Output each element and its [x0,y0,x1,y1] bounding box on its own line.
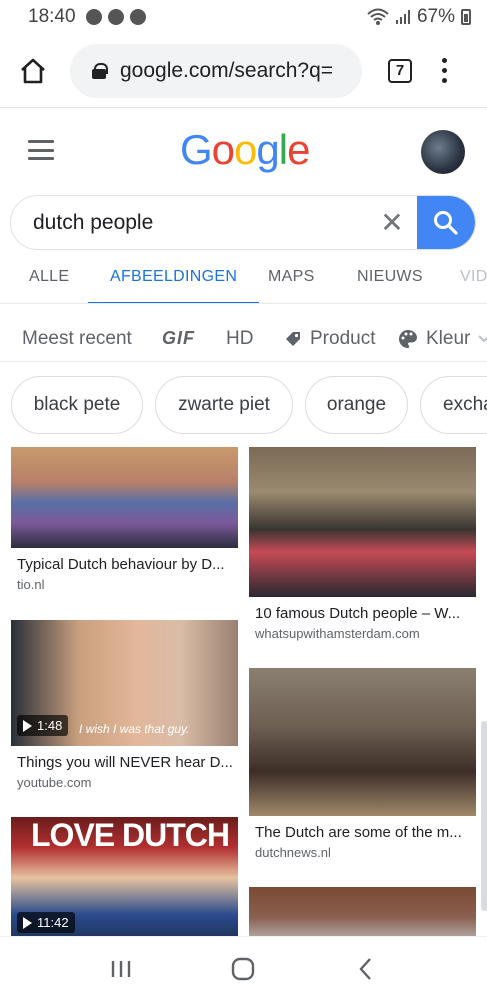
scrollbar-handle[interactable] [481,721,487,911]
play-icon [23,916,32,929]
back-icon [359,957,371,980]
search-box: dutch people ✕ [10,195,476,250]
result-card[interactable]: I wish I was that guy. 1:48 Things you w… [11,620,238,790]
image-results: Typical Dutch behaviour by D... tio.nl I… [0,446,487,936]
battery-percent: 67% [416,6,455,27]
result-image[interactable] [249,447,476,597]
result-card[interactable] [249,887,476,936]
tab-all[interactable]: ALLE [29,258,69,303]
lock-icon [92,62,108,79]
status-time: 18:40 [28,6,76,27]
chip-exchange[interactable]: excha [420,376,487,434]
battery-icon [461,9,471,25]
filter-gif[interactable]: GIF [162,328,195,349]
home-icon [21,58,45,83]
recent-apps-button[interactable] [101,949,141,989]
hamburger-menu-icon[interactable] [28,140,54,160]
url-text: google.com/search?q= [120,58,334,82]
tab-videos[interactable]: VID [460,258,487,303]
result-source: tio.nl [17,577,45,592]
google-header: Google [0,108,487,196]
play-icon [23,719,32,732]
search-tabs: ALLE AFBEELDINGEN MAPS NIEUWS VID [0,258,487,304]
snapchat-icon [85,9,102,25]
video-duration-badge: 1:48 [17,715,69,736]
back-button[interactable] [346,949,386,989]
filter-hd[interactable]: HD [226,328,253,350]
result-image[interactable] [249,668,476,816]
recent-apps-icon [111,960,131,977]
video-caption: I wish I was that guy. [79,722,190,736]
wifi-icon [367,8,389,25]
chip-orange[interactable]: orange [305,376,408,434]
clear-search-button[interactable]: ✕ [367,196,417,249]
browser-toolbar: google.com/search?q= 7 [0,34,487,108]
tab-maps[interactable]: MAPS [268,258,315,303]
palette-icon [399,329,417,348]
home-nav-button[interactable] [223,949,263,989]
status-bar: 18:40 67% [0,0,487,34]
filter-recent[interactable]: Meest recent [22,328,132,350]
chip-zwarte-piet[interactable]: zwarte piet [155,376,293,434]
tag-icon [286,331,300,346]
result-image[interactable]: I wish I was that guy. 1:48 [11,620,238,746]
filter-toolbar: Meest recent GIF HD Product Kleur [0,316,487,362]
result-title[interactable]: Typical Dutch behaviour by D... [11,556,238,573]
result-image[interactable] [249,887,476,936]
result-title[interactable]: 10 famous Dutch people – W... [249,605,476,622]
chevron-down-icon [478,334,487,342]
result-card[interactable]: LOVE DUTCH 11:42 [11,817,238,936]
filter-product[interactable]: Product [284,328,375,350]
close-icon: ✕ [380,207,404,238]
result-image[interactable] [11,447,238,548]
address-bar[interactable]: google.com/search?q= [70,43,362,98]
result-source: dutchnews.nl [255,845,331,860]
video-duration-badge: 11:42 [17,912,75,933]
result-source: youtube.com [17,775,92,790]
result-title[interactable]: The Dutch are some of the m... [249,824,476,841]
tab-news[interactable]: NIEUWS [357,258,423,303]
related-searches: black pete zwarte piet orange excha [0,376,487,436]
result-image[interactable]: LOVE DUTCH 11:42 [11,817,238,936]
google-logo[interactable]: Google [180,126,310,174]
result-title[interactable]: Things you will NEVER hear D... [11,754,238,771]
tab-images[interactable]: AFBEELDINGEN [87,258,260,303]
whatsapp-icon [129,9,146,25]
search-input[interactable]: dutch people [11,211,367,235]
chip-black-pete[interactable]: black pete [11,376,143,434]
result-source: whatsupwithamsterdam.com [255,626,420,641]
result-card[interactable]: 10 famous Dutch people – W... whatsupwit… [249,447,476,641]
overflow-menu-button[interactable] [442,58,447,83]
tab-switcher-button[interactable]: 7 [388,58,412,83]
home-nav-icon [232,957,255,980]
result-card[interactable]: The Dutch are some of the m... dutchnews… [249,668,476,860]
search-icon [434,210,458,235]
search-button[interactable] [417,196,475,249]
signal-icon [395,10,410,24]
pinterest-icon [107,9,124,25]
system-nav-bar [0,936,487,1000]
video-overlay-text: LOVE DUTCH [31,817,230,853]
result-card[interactable]: Typical Dutch behaviour by D... tio.nl [11,447,238,592]
notification-icons [85,9,146,25]
filter-color[interactable]: Kleur [398,328,487,350]
home-button[interactable] [18,56,48,86]
account-avatar[interactable] [421,130,465,174]
